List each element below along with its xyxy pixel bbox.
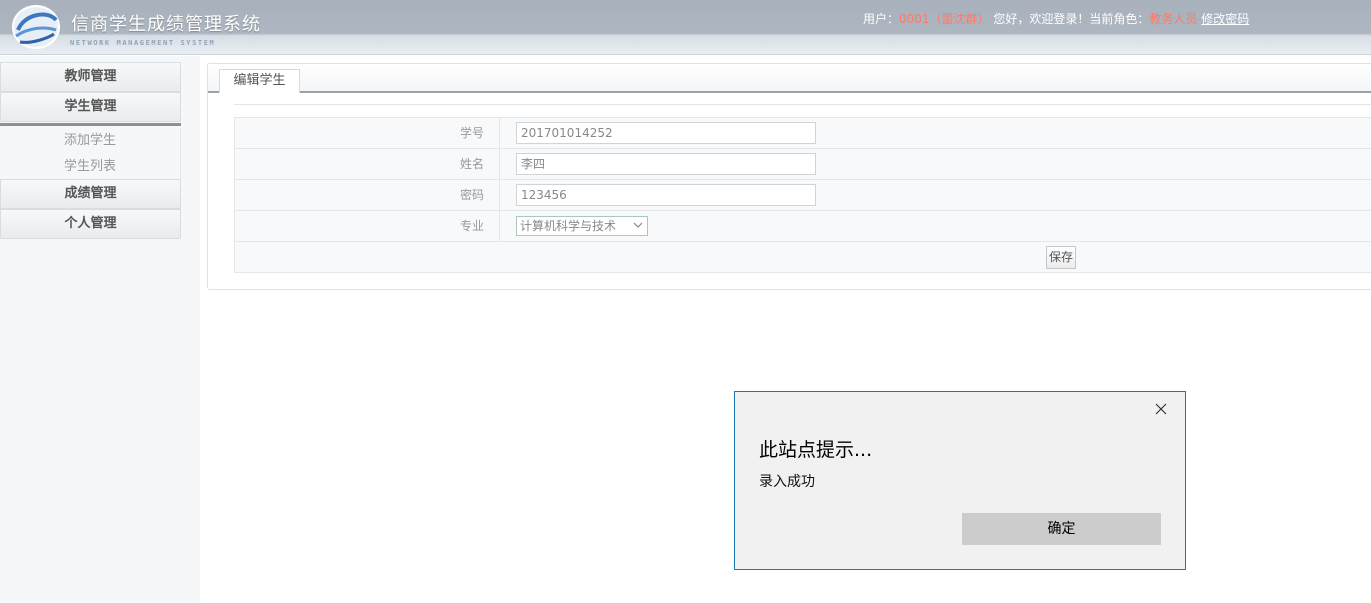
menu-score-management[interactable]: 成绩管理 bbox=[0, 179, 181, 209]
password-label: 密码 bbox=[235, 180, 500, 210]
form-row-student-id: 学号 201701014252 bbox=[234, 118, 1371, 149]
dialog-message: 录入成功 bbox=[759, 474, 815, 490]
change-password-link[interactable]: 修改密码 bbox=[1201, 12, 1249, 26]
close-icon[interactable] bbox=[1155, 403, 1167, 415]
dialog-title: 此站点提示... bbox=[759, 439, 873, 461]
major-select[interactable]: 计算机科学与技术 bbox=[516, 216, 648, 236]
user-label: 用户： bbox=[863, 12, 900, 26]
app-header: 信商学生成绩管理系统 NETWORK MANAGEMENT SYSTEM 用户：… bbox=[0, 0, 1371, 55]
student-id-label: 学号 bbox=[235, 118, 500, 148]
alert-dialog: 此站点提示... 录入成功 确定 bbox=[734, 391, 1186, 570]
app-subtitle: NETWORK MANAGEMENT SYSTEM bbox=[70, 39, 216, 47]
major-select-value: 计算机科学与技术 bbox=[520, 219, 617, 233]
save-button[interactable]: 保存 bbox=[1046, 246, 1076, 269]
menu-student-management[interactable]: 学生管理 bbox=[0, 92, 181, 122]
name-input[interactable]: 李四 bbox=[516, 153, 816, 175]
name-label: 姓名 bbox=[235, 149, 500, 179]
user-info-bar: 用户：0001（蕾沈群） 您好，欢迎登录！当前角色：教务人员 修改密码 bbox=[863, 10, 1249, 27]
divider bbox=[234, 104, 1371, 105]
menu-divider bbox=[0, 123, 181, 126]
app-title: 信商学生成绩管理系统 bbox=[71, 14, 261, 35]
tab-edit-student[interactable]: 编辑学生 bbox=[219, 69, 300, 93]
edit-student-form: 学号 201701014252 姓名 李四 密码 123456 专业 计算机科学… bbox=[234, 117, 1371, 273]
form-row-name: 姓名 李四 bbox=[234, 149, 1371, 180]
tab-strip: 编辑学生 bbox=[208, 64, 1371, 93]
student-id-input[interactable]: 201701014252 bbox=[516, 122, 816, 144]
menu-teacher-management[interactable]: 教师管理 bbox=[0, 62, 181, 92]
submenu-student-list[interactable]: 学生列表 bbox=[0, 154, 181, 180]
user-role: 教务人员 bbox=[1149, 12, 1198, 26]
chevron-down-icon bbox=[633, 222, 643, 228]
welcome-text: 您好，欢迎登录！当前角色： bbox=[993, 12, 1150, 26]
form-row-actions: 保存 bbox=[234, 242, 1371, 273]
ok-button[interactable]: 确定 bbox=[962, 513, 1161, 545]
user-id: 0001（蕾沈群） bbox=[899, 12, 990, 26]
form-row-password: 密码 123456 bbox=[234, 180, 1371, 211]
logo-swirl-icon bbox=[12, 5, 60, 49]
menu-personal-management[interactable]: 个人管理 bbox=[0, 209, 181, 239]
edit-student-panel: 编辑学生 学号 201701014252 姓名 李四 密码 123456 专业 … bbox=[207, 63, 1371, 290]
form-row-major: 专业 计算机科学与技术 bbox=[234, 211, 1371, 242]
sidebar: 教师管理 学生管理 添加学生 学生列表 成绩管理 个人管理 bbox=[0, 56, 200, 603]
password-input[interactable]: 123456 bbox=[516, 184, 816, 206]
major-label: 专业 bbox=[235, 211, 500, 241]
submenu-add-student[interactable]: 添加学生 bbox=[0, 128, 181, 154]
